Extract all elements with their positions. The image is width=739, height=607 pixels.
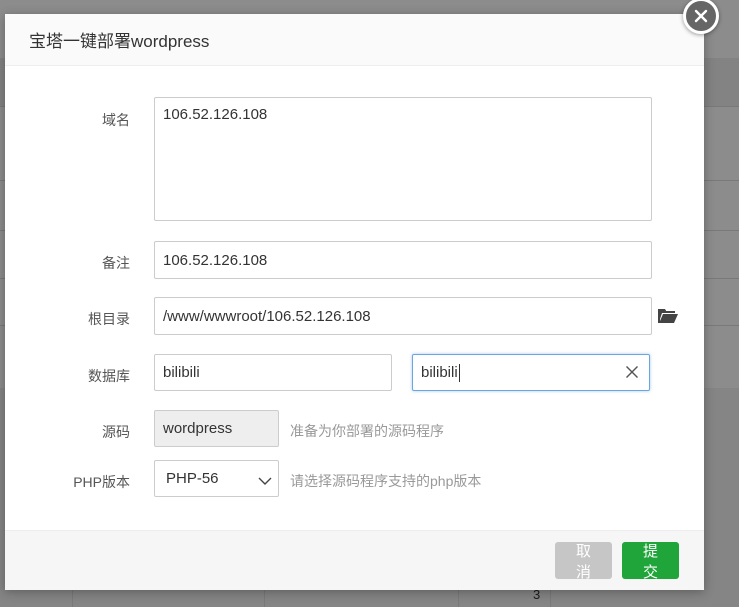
php-hint: 请选择源码程序支持的php版本 xyxy=(290,473,482,489)
cancel-button[interactable]: 取消 xyxy=(555,542,612,581)
source-readonly-field: wordpress xyxy=(154,410,279,447)
source-hint: 准备为你部署的源码程序 xyxy=(290,423,444,439)
dialog-header: 宝塔一键部署wordpress xyxy=(5,14,704,66)
database-name-value: bilibili xyxy=(163,364,200,381)
root-dir-input[interactable]: /www/wwwroot/106.52.126.108 xyxy=(154,297,652,335)
clear-icon[interactable] xyxy=(625,365,639,379)
php-version-select[interactable]: PHP-56 xyxy=(154,460,279,497)
domain-label: 域名 xyxy=(102,112,130,128)
database-password-input[interactable]: bilibili xyxy=(412,354,650,391)
root-dir-label: 根目录 xyxy=(88,311,130,327)
text-caret xyxy=(458,363,460,382)
dialog-title: 宝塔一键部署wordpress xyxy=(29,32,210,51)
remark-label: 备注 xyxy=(102,255,130,271)
submit-button[interactable]: 提交 xyxy=(622,542,679,581)
source-label: 源码 xyxy=(102,424,130,440)
dialog-footer: 取消 提交 xyxy=(5,530,704,590)
domain-textarea[interactable]: 106.52.126.108 xyxy=(154,97,652,221)
remark-value: 106.52.126.108 xyxy=(163,251,268,269)
database-label: 数据库 xyxy=(88,368,130,384)
deploy-dialog: 宝塔一键部署wordpress 域名 106.52.126.108 备注 106… xyxy=(5,14,704,590)
close-icon xyxy=(694,9,708,23)
php-selected-value: PHP-56 xyxy=(166,470,219,487)
database-name-input[interactable]: bilibili xyxy=(154,354,392,391)
database-password-value: bilibili xyxy=(421,364,458,381)
php-label: PHP版本 xyxy=(73,474,130,490)
root-dir-value: /www/wwwroot/106.52.126.108 xyxy=(163,307,371,325)
folder-open-icon[interactable] xyxy=(657,307,679,325)
chevron-down-icon xyxy=(258,473,272,485)
source-value: wordpress xyxy=(163,420,233,437)
domain-value: 106.52.126.108 xyxy=(163,106,268,123)
remark-input[interactable]: 106.52.126.108 xyxy=(154,241,652,279)
